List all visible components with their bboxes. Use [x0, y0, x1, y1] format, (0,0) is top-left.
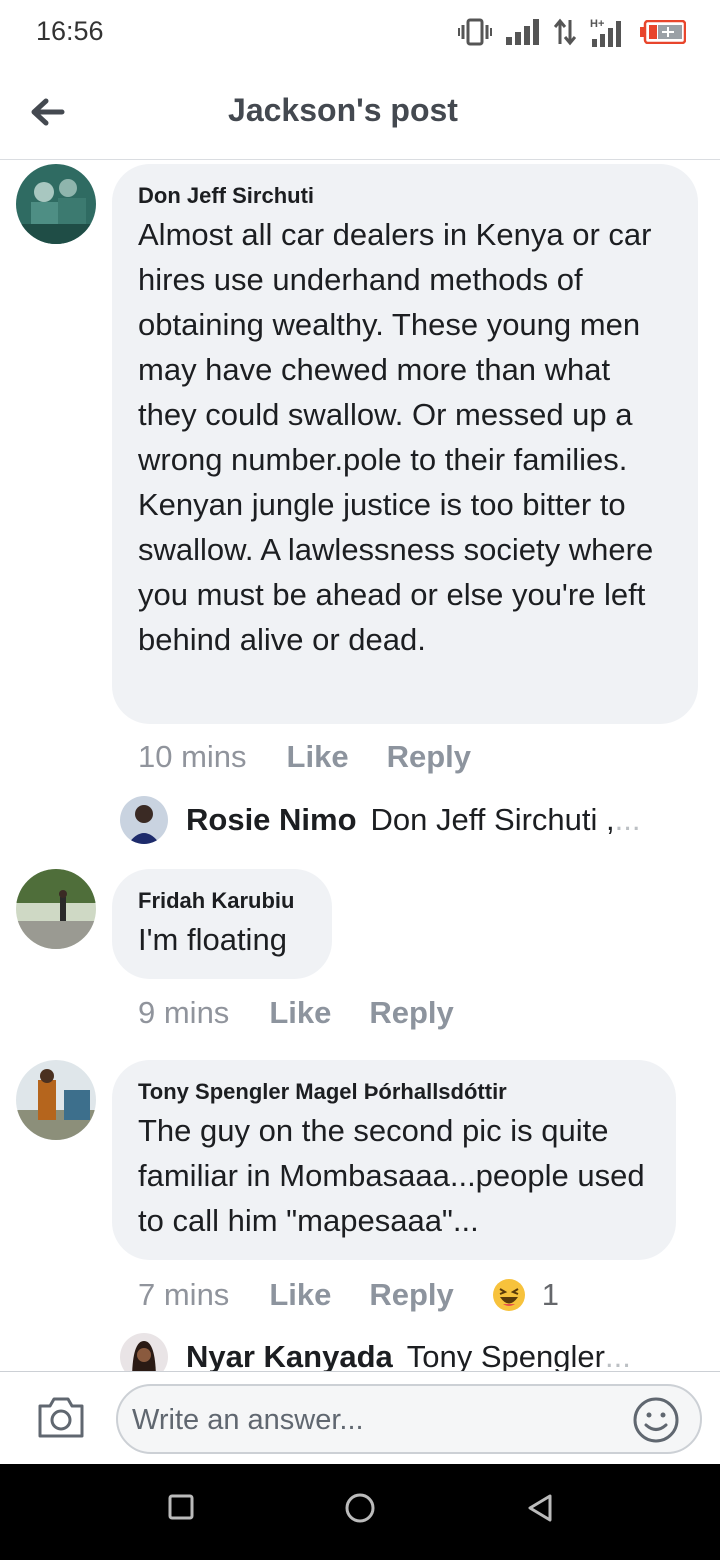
- avatar[interactable]: [16, 1060, 96, 1140]
- avatar[interactable]: [16, 869, 96, 949]
- reaction-count: 1: [541, 1277, 560, 1312]
- back-triangle-icon[interactable]: [526, 1493, 554, 1523]
- reply-preview[interactable]: Nyar Kanyada Tony Spengler ...: [120, 1333, 680, 1371]
- comments-feed[interactable]: Don Jeff Sirchuti Almost all car dealers…: [0, 161, 720, 1371]
- laughing-emoji-icon: [492, 1279, 525, 1311]
- reply-author[interactable]: Rosie Nimo: [186, 802, 357, 838]
- system-nav-bar: [0, 1464, 720, 1560]
- signal-icon: [506, 19, 539, 45]
- reply-preview[interactable]: Rosie Nimo Don Jeff Sirchuti , ...: [120, 796, 680, 844]
- hplus-label: H+: [590, 18, 604, 30]
- answer-placeholder: Write an answer...: [132, 1404, 364, 1436]
- data-arrows-icon: [554, 18, 576, 46]
- comment-bubble[interactable]: Fridah Karubiu I'm floating: [112, 869, 332, 979]
- smiley-icon[interactable]: [632, 1396, 680, 1444]
- reply-button[interactable]: Reply: [387, 739, 471, 775]
- battery-icon: [640, 20, 686, 44]
- comment-time[interactable]: 9 mins: [138, 995, 229, 1031]
- reply-more: ...: [604, 1339, 631, 1371]
- comment-author[interactable]: Fridah Karubiu: [138, 887, 306, 915]
- like-button[interactable]: Like: [269, 995, 331, 1031]
- vibrate-icon: [458, 18, 492, 46]
- comment-time[interactable]: 10 mins: [138, 739, 247, 775]
- like-button[interactable]: Like: [269, 1277, 331, 1313]
- home-circle-icon[interactable]: [344, 1492, 376, 1524]
- post-header: Jackson's post: [0, 64, 720, 160]
- reply-button[interactable]: Reply: [369, 995, 453, 1031]
- reaction-summary[interactable]: 1: [492, 1277, 559, 1313]
- comment-author[interactable]: Tony Spengler Magel Þórhallsdóttir: [138, 1078, 650, 1106]
- recents-square-icon[interactable]: [168, 1494, 194, 1520]
- comment-actions: 7 mins Like Reply 1: [138, 1275, 559, 1315]
- like-button[interactable]: Like: [287, 739, 349, 775]
- comment-time[interactable]: 7 mins: [138, 1277, 229, 1313]
- comment-bubble[interactable]: Tony Spengler Magel Þórhallsdóttir The g…: [112, 1060, 676, 1260]
- comment-bubble[interactable]: Don Jeff Sirchuti Almost all car dealers…: [112, 164, 698, 724]
- comment-text: I'm floating: [138, 922, 287, 957]
- reply-author[interactable]: Nyar Kanyada: [186, 1339, 393, 1371]
- comment-text: Almost all car dealers in Kenya or car h…: [138, 217, 654, 657]
- avatar[interactable]: [16, 164, 96, 244]
- comment-text: The guy on the second pic is quite famil…: [138, 1113, 645, 1238]
- avatar[interactable]: [120, 796, 168, 844]
- avatar[interactable]: [120, 1333, 168, 1371]
- page-title: Jackson's post: [228, 92, 458, 128]
- hplus-signal-icon: H+: [590, 18, 621, 47]
- reply-text: Don Jeff Sirchuti ,: [370, 802, 615, 837]
- status-icons: H+: [458, 16, 686, 48]
- reply-button[interactable]: Reply: [369, 1277, 453, 1313]
- status-bar: 16:56 H+: [0, 0, 720, 64]
- answer-input[interactable]: Write an answer...: [116, 1384, 702, 1454]
- reply-more: ...: [614, 802, 641, 837]
- comment-actions: 10 mins Like Reply: [138, 737, 509, 777]
- comment-author[interactable]: Don Jeff Sirchuti: [138, 182, 672, 210]
- reply-text: Tony Spengler: [406, 1339, 605, 1371]
- status-time: 16:56: [36, 16, 104, 46]
- camera-icon[interactable]: [36, 1394, 86, 1440]
- comment-composer: Write an answer...: [0, 1371, 720, 1464]
- comment-actions: 9 mins Like Reply: [138, 993, 492, 1033]
